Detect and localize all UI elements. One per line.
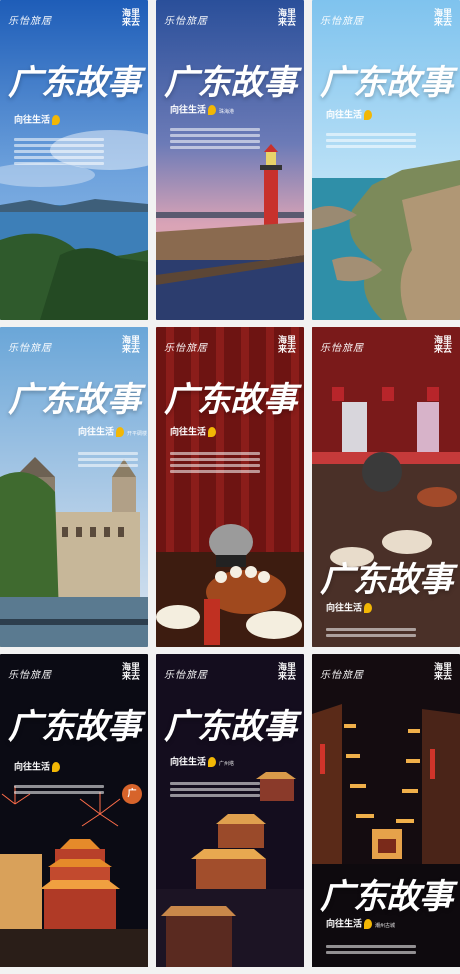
poster-6-title: 广东故事 xyxy=(320,560,453,600)
poster-4-tagline-text: 向往生活 xyxy=(78,427,115,438)
poster-9-tagline: 向往生活 潮州古城 xyxy=(326,919,395,931)
poster-4[interactable]: 乐怡旅居 海里来去 广东故事 向往生活 开平碉楼 xyxy=(0,327,148,647)
location-pin-icon xyxy=(364,603,373,613)
poster-6-text-lines xyxy=(326,625,416,640)
poster-1-brand: 乐怡旅居 xyxy=(8,16,52,27)
poster-3-text-lines xyxy=(326,130,416,151)
poster-9-tagline-text: 向往生活 xyxy=(326,919,363,930)
poster-1-title: 广东故事 xyxy=(8,63,141,103)
poster-3-tagline-text: 向往生活 xyxy=(326,110,363,121)
poster-9-seal: 海里来去 xyxy=(434,663,453,682)
location-pin-icon xyxy=(52,762,61,772)
poster-2-brand: 乐怡旅居 xyxy=(164,16,208,27)
poster-7-title: 广东故事 xyxy=(8,707,141,747)
poster-1-seal: 海里来去 xyxy=(122,9,141,28)
poster-4-tagline: 向往生活 开平碉楼 xyxy=(78,427,147,439)
poster-5-title: 广东故事 xyxy=(164,380,297,420)
poster-8-tagline: 向往生活 广州塔 xyxy=(170,757,234,769)
poster-7-brand: 乐怡旅居 xyxy=(8,670,52,681)
poster-2-title: 广东故事 xyxy=(164,63,297,103)
poster-6-tagline: 向往生活 xyxy=(326,603,373,614)
poster-8-title: 广东故事 xyxy=(164,707,297,747)
poster-3[interactable]: 乐怡旅居 海里来去 广东故事 向往生活 xyxy=(312,0,460,320)
location-badge: 广 xyxy=(122,784,142,804)
poster-2-scene xyxy=(156,0,304,320)
poster-5-brand: 乐怡旅居 xyxy=(164,343,208,354)
location-pin-icon xyxy=(208,427,217,437)
poster-8-seal: 海里来去 xyxy=(278,663,297,682)
poster-3-scene xyxy=(312,0,460,320)
poster-2-subline: 珠海港 xyxy=(219,108,235,115)
poster-4-text-lines xyxy=(78,449,138,470)
poster-6-seal: 海里来去 xyxy=(434,336,453,355)
poster-9-title: 广东故事 xyxy=(320,877,453,917)
poster-8-text-lines xyxy=(170,779,260,800)
poster-7-tagline: 向往生活 xyxy=(14,762,61,773)
poster-9-text-lines xyxy=(326,942,416,957)
location-pin-icon xyxy=(116,427,125,437)
location-pin-icon xyxy=(208,105,217,115)
poster-4-subline: 开平碉楼 xyxy=(127,430,148,437)
poster-2-seal: 海里来去 xyxy=(278,9,297,28)
poster-3-brand: 乐怡旅居 xyxy=(320,16,364,27)
poster-1[interactable]: 乐怡旅居 海里来去 广东故事 向往生活 xyxy=(0,0,148,320)
poster-grid: 乐怡旅居 海里来去 广东故事 向往生活 乐怡旅居 海里来去 广东故事 向往生活 珠… xyxy=(0,0,460,967)
poster-4-title: 广东故事 xyxy=(8,380,141,420)
poster-2-text-lines xyxy=(170,125,260,152)
poster-2[interactable]: 乐怡旅居 海里来去 广东故事 向往生活 珠海港 xyxy=(156,0,304,320)
poster-5[interactable]: 乐怡旅居 海里来去 广东故事 向往生活 xyxy=(156,327,304,647)
location-pin-icon xyxy=(364,919,373,929)
poster-4-seal: 海里来去 xyxy=(122,336,141,355)
poster-8-subline: 广州塔 xyxy=(219,760,235,767)
poster-7[interactable]: 乐怡旅居 海里来去 广东故事 向往生活 广 xyxy=(0,654,148,974)
poster-6-brand: 乐怡旅居 xyxy=(320,343,364,354)
poster-9-brand: 乐怡旅居 xyxy=(320,670,364,681)
location-pin-icon xyxy=(364,110,373,120)
poster-1-tagline-text: 向往生活 xyxy=(14,115,51,126)
poster-1-text-lines xyxy=(14,135,104,168)
poster-3-tagline: 向往生活 xyxy=(326,110,373,121)
poster-5-tagline: 向往生活 xyxy=(170,427,217,438)
poster-8[interactable]: 乐怡旅居 海里来去 广东故事 向往生活 广州塔 xyxy=(156,654,304,974)
poster-7-tagline-text: 向往生活 xyxy=(14,762,51,773)
poster-6-tagline-text: 向往生活 xyxy=(326,603,363,614)
poster-7-text-lines xyxy=(14,782,104,797)
poster-5-text-lines xyxy=(170,449,260,476)
poster-1-tagline: 向往生活 xyxy=(14,115,61,126)
poster-3-title: 广东故事 xyxy=(320,63,453,103)
poster-6[interactable]: 乐怡旅居 海里来去 广东故事 向往生活 xyxy=(312,327,460,647)
poster-4-brand: 乐怡旅居 xyxy=(8,343,52,354)
poster-9[interactable]: 乐怡旅居 海里来去 广东故事 向往生活 潮州古城 xyxy=(312,654,460,974)
poster-7-seal: 海里来去 xyxy=(122,663,141,682)
location-pin-icon xyxy=(52,115,61,125)
poster-2-tagline: 向往生活 珠海港 xyxy=(170,105,234,117)
poster-8-tagline-text: 向往生活 xyxy=(170,757,207,768)
poster-5-tagline-text: 向往生活 xyxy=(170,427,207,438)
poster-2-tagline-text: 向往生活 xyxy=(170,105,207,116)
poster-5-seal: 海里来去 xyxy=(278,336,297,355)
poster-9-subline: 潮州古城 xyxy=(375,922,396,929)
location-pin-icon xyxy=(208,757,217,767)
poster-8-brand: 乐怡旅居 xyxy=(164,670,208,681)
poster-3-seal: 海里来去 xyxy=(434,9,453,28)
